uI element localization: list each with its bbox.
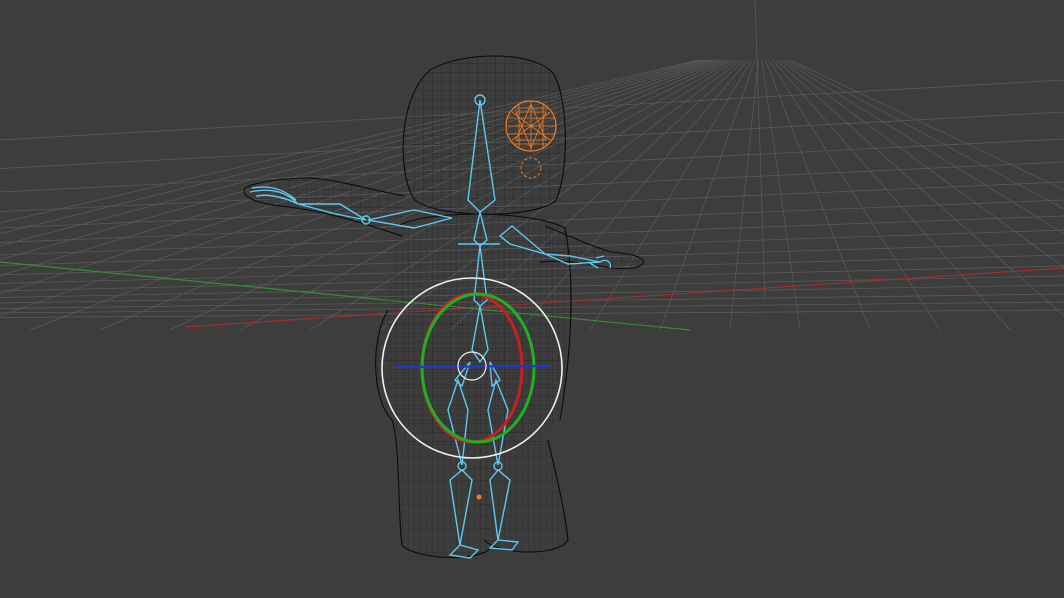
- grid-line: [775, 59, 1064, 317]
- mesh-head: [403, 56, 566, 215]
- grid-line: [589, 59, 752, 331]
- grid-line: [779, 59, 1064, 268]
- object-origin-dot: [476, 494, 482, 500]
- grid-line: [786, 59, 1064, 210]
- grid-line: [789, 59, 1064, 191]
- gizmo-z-ring[interactable]: [394, 364, 551, 369]
- grid-line: [754, 0, 766, 301]
- 3d-viewport[interactable]: [0, 0, 1064, 598]
- viewport-canvas[interactable]: [0, 0, 1064, 598]
- y-axis-line: [0, 261, 691, 331]
- grid-line: [782, 59, 1064, 235]
